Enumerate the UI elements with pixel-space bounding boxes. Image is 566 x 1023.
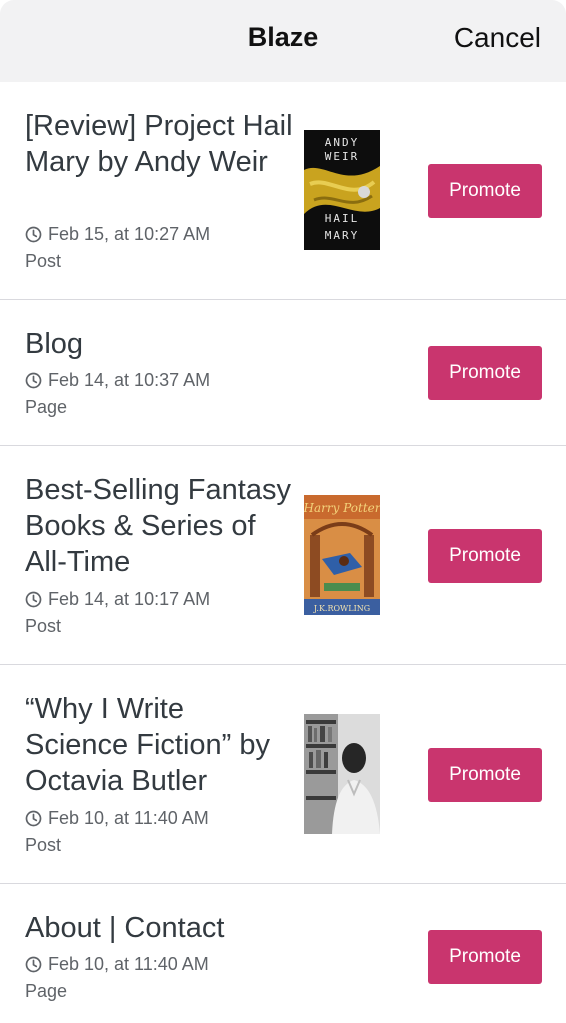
photo-octavia-butler-image	[304, 714, 380, 834]
post-date: Feb 10, at 11:40 AM	[25, 954, 209, 975]
post-date-text: Feb 10, at 11:40 AM	[48, 808, 209, 828]
svg-text:ANDY: ANDY	[325, 136, 360, 149]
post-date-text: Feb 10, at 11:40 AM	[48, 954, 209, 974]
promote-button[interactable]: Promote	[428, 930, 542, 984]
svg-text:Harry Potter: Harry Potter	[304, 501, 380, 515]
cover-artwork: ANDY WEIR HAIL MARY	[304, 130, 380, 250]
cancel-button[interactable]: Cancel	[454, 22, 541, 54]
post-type: Page	[25, 981, 68, 1001]
post-date: Feb 14, at 10:17 AM	[25, 589, 210, 610]
list-item[interactable]: Blog Feb 14, at 10:37 AM Page Promote	[0, 300, 566, 446]
clock-icon	[25, 372, 42, 389]
post-date: Feb 10, at 11:40 AM	[25, 808, 209, 829]
sheet-header: Blaze Cancel	[0, 0, 566, 82]
book-cover-harry-potter-image: Harry Potter J.K.ROWLING	[304, 495, 380, 615]
post-title: Blog	[25, 328, 84, 360]
photo-artwork	[304, 714, 380, 834]
promote-button[interactable]: Promote	[428, 748, 542, 802]
post-title: Best-Selling Fantasy Books & Series of A…	[25, 474, 291, 578]
promote-button[interactable]: Promote	[428, 164, 542, 218]
post-type: Post	[25, 251, 62, 271]
promote-button[interactable]: Promote	[428, 529, 542, 583]
list-item[interactable]: Best-Selling Fantasy Books & Series of A…	[0, 446, 566, 665]
clock-icon	[25, 956, 42, 973]
list-item[interactable]: [Review] Project Hail Mary by Andy Weir …	[0, 82, 566, 300]
post-date: Feb 14, at 10:37 AM	[25, 370, 210, 391]
svg-text:J.K.ROWLING: J.K.ROWLING	[313, 604, 370, 613]
post-title: [Review] Project Hail Mary by Andy Weir	[25, 110, 293, 178]
list-item[interactable]: About | Contact Feb 10, at 11:40 AM Page…	[0, 884, 566, 1023]
post-date: Feb 15, at 10:27 AM	[25, 224, 210, 245]
clock-icon	[25, 591, 42, 608]
post-list: [Review] Project Hail Mary by Andy Weir …	[0, 82, 566, 1023]
clock-icon	[25, 810, 42, 827]
book-cover-project-hail-mary-image: ANDY WEIR HAIL MARY	[304, 130, 380, 250]
post-date-text: Feb 15, at 10:27 AM	[48, 224, 211, 244]
promote-button[interactable]: Promote	[428, 346, 542, 400]
post-date-text: Feb 14, at 10:17 AM	[48, 589, 211, 609]
list-item[interactable]: “Why I Write Science Fiction” by Octavia…	[0, 665, 566, 884]
post-title: “Why I Write Science Fiction” by Octavia…	[25, 693, 270, 797]
svg-text:MARY: MARY	[325, 229, 360, 242]
clock-icon	[25, 226, 42, 243]
post-type: Post	[25, 835, 62, 855]
svg-text:WEIR: WEIR	[325, 150, 360, 163]
svg-text:HAIL: HAIL	[325, 212, 360, 225]
post-type: Page	[25, 397, 68, 417]
cover-artwork: Harry Potter J.K.ROWLING	[304, 495, 380, 615]
post-date-text: Feb 14, at 10:37 AM	[48, 370, 211, 390]
post-type: Post	[25, 616, 62, 636]
post-title: About | Contact	[25, 912, 225, 944]
